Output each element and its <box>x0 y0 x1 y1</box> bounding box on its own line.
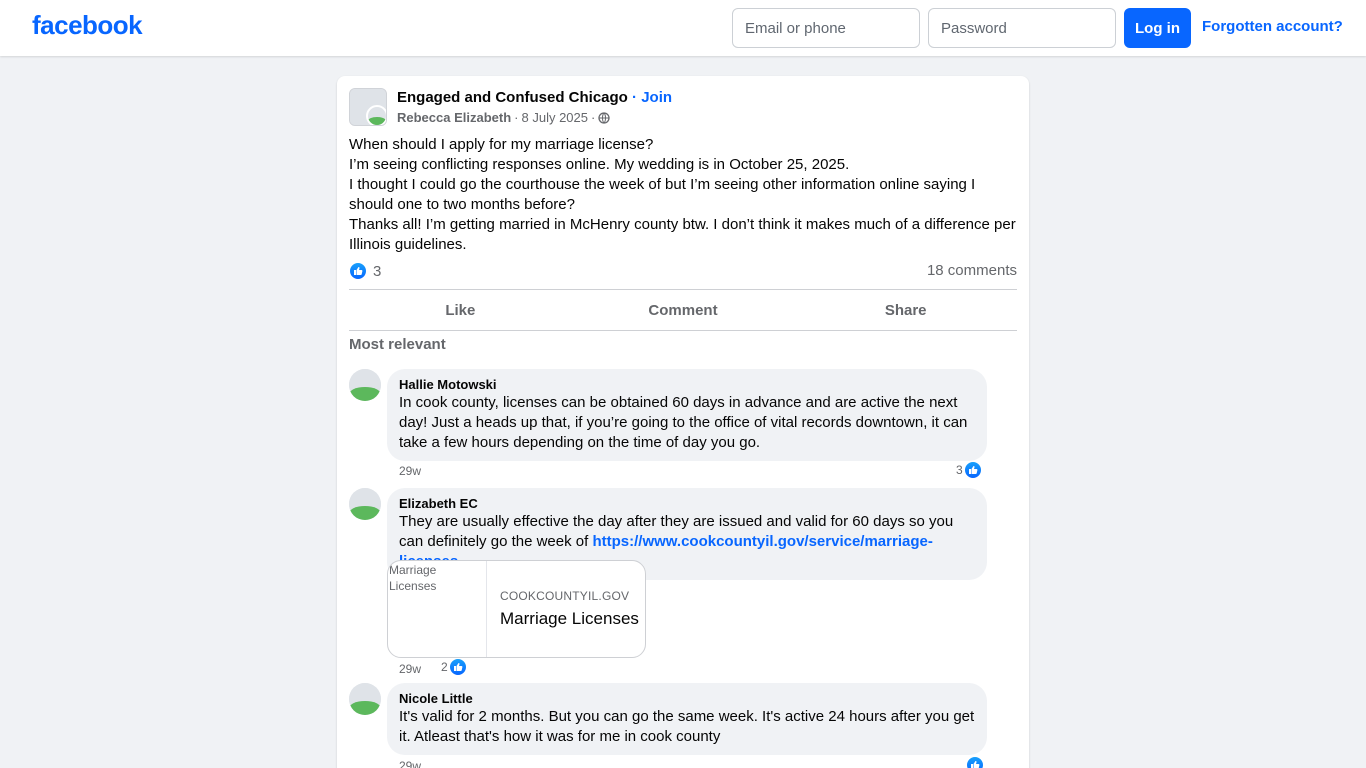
comment-item: Elizabeth EC They are usually effective … <box>349 488 989 678</box>
link-preview-card[interactable]: Marriage Licenses COOKCOUNTYIL.GOV Marri… <box>387 560 646 658</box>
comment-bubble: Nicole Little It's valid for 2 months. B… <box>387 683 987 755</box>
comment-likes[interactable]: 2 <box>441 658 467 676</box>
link-preview-image: Marriage Licenses <box>388 561 487 657</box>
join-separator: · <box>627 89 642 106</box>
link-preview-title: Marriage Licenses <box>500 609 639 628</box>
post-line: I thought I could go the courthouse the … <box>349 176 976 213</box>
comments-count-link[interactable]: 18 comments <box>927 262 1017 279</box>
like-reaction-icon <box>448 658 467 676</box>
reaction-count: 3 <box>373 262 382 280</box>
join-group-link[interactable]: Join <box>641 89 672 106</box>
commenter-name[interactable]: Hallie Motowski <box>399 377 975 393</box>
meta-separator: · <box>514 110 519 125</box>
globe-icon <box>598 111 610 124</box>
comment-sort-dropdown[interactable]: Most relevant <box>349 336 446 353</box>
commenter-name[interactable]: Elizabeth EC <box>399 496 975 512</box>
like-button[interactable]: Like <box>349 290 572 330</box>
comment-like-count: 2 <box>441 660 448 674</box>
comment-item: Nicole Little It's valid for 2 months. B… <box>349 683 989 768</box>
top-navigation-bar: facebook Log in Forgotten account? <box>0 0 1366 56</box>
group-name-link[interactable]: Engaged and Confused Chicago <box>397 89 628 106</box>
group-name-row: Engaged and Confused Chicago · Join <box>397 89 672 106</box>
post-card: Engaged and Confused Chicago · Join Rebe… <box>337 76 1029 768</box>
commenter-name[interactable]: Nicole Little <box>399 691 975 707</box>
share-button[interactable]: Share <box>794 290 1017 330</box>
comment-bubble: Hallie Motowski In cook county, licenses… <box>387 369 987 461</box>
comment-button[interactable]: Comment <box>572 290 795 330</box>
author-mini-avatar <box>366 105 386 125</box>
post-author-link[interactable]: Rebecca Elizabeth <box>397 110 511 125</box>
forgotten-account-link[interactable]: Forgotten account? <box>1202 18 1343 35</box>
link-preview-domain: COOKCOUNTYIL.GOV <box>500 589 630 603</box>
facebook-logo[interactable]: facebook <box>32 10 143 41</box>
commenter-avatar[interactable] <box>349 488 381 520</box>
email-field[interactable] <box>732 8 920 48</box>
commenter-avatar[interactable] <box>349 369 381 401</box>
post-date[interactable]: 8 July 2025 <box>522 110 589 125</box>
commenter-avatar[interactable] <box>349 683 381 715</box>
comment-text: In cook county, licenses can be obtained… <box>399 394 968 451</box>
comment-item: Hallie Motowski In cook county, licenses… <box>349 369 989 479</box>
post-body: When should I apply for my marriage lice… <box>349 135 1017 255</box>
post-actions: Like Comment Share <box>349 290 1017 330</box>
password-field[interactable] <box>928 8 1116 48</box>
divider <box>349 330 1017 331</box>
post-line: Thanks all! I’m getting married in McHen… <box>349 216 1016 253</box>
comment-likes[interactable] <box>966 756 984 768</box>
post-line: I’m seeing conflicting responses online.… <box>349 156 850 173</box>
comment-timestamp[interactable]: 29w <box>399 464 421 478</box>
group-avatar[interactable] <box>349 88 387 126</box>
comment-text: It's valid for 2 months. But you can go … <box>399 708 975 745</box>
post-line: When should I apply for my marriage lice… <box>349 136 654 153</box>
post-meta: Rebecca Elizabeth · 8 July 2025 · <box>397 110 610 125</box>
comment-like-count: 3 <box>956 463 963 477</box>
like-reaction-icon <box>966 756 984 768</box>
login-button[interactable]: Log in <box>1124 8 1191 48</box>
comment-timestamp[interactable]: 29w <box>399 759 421 768</box>
comment-likes[interactable]: 3 <box>956 461 982 479</box>
like-reaction-icon <box>349 262 367 280</box>
reactions-summary[interactable]: 3 <box>349 262 381 280</box>
meta-separator: · <box>591 110 596 125</box>
like-reaction-icon <box>963 461 982 479</box>
comment-timestamp[interactable]: 29w <box>399 662 421 676</box>
